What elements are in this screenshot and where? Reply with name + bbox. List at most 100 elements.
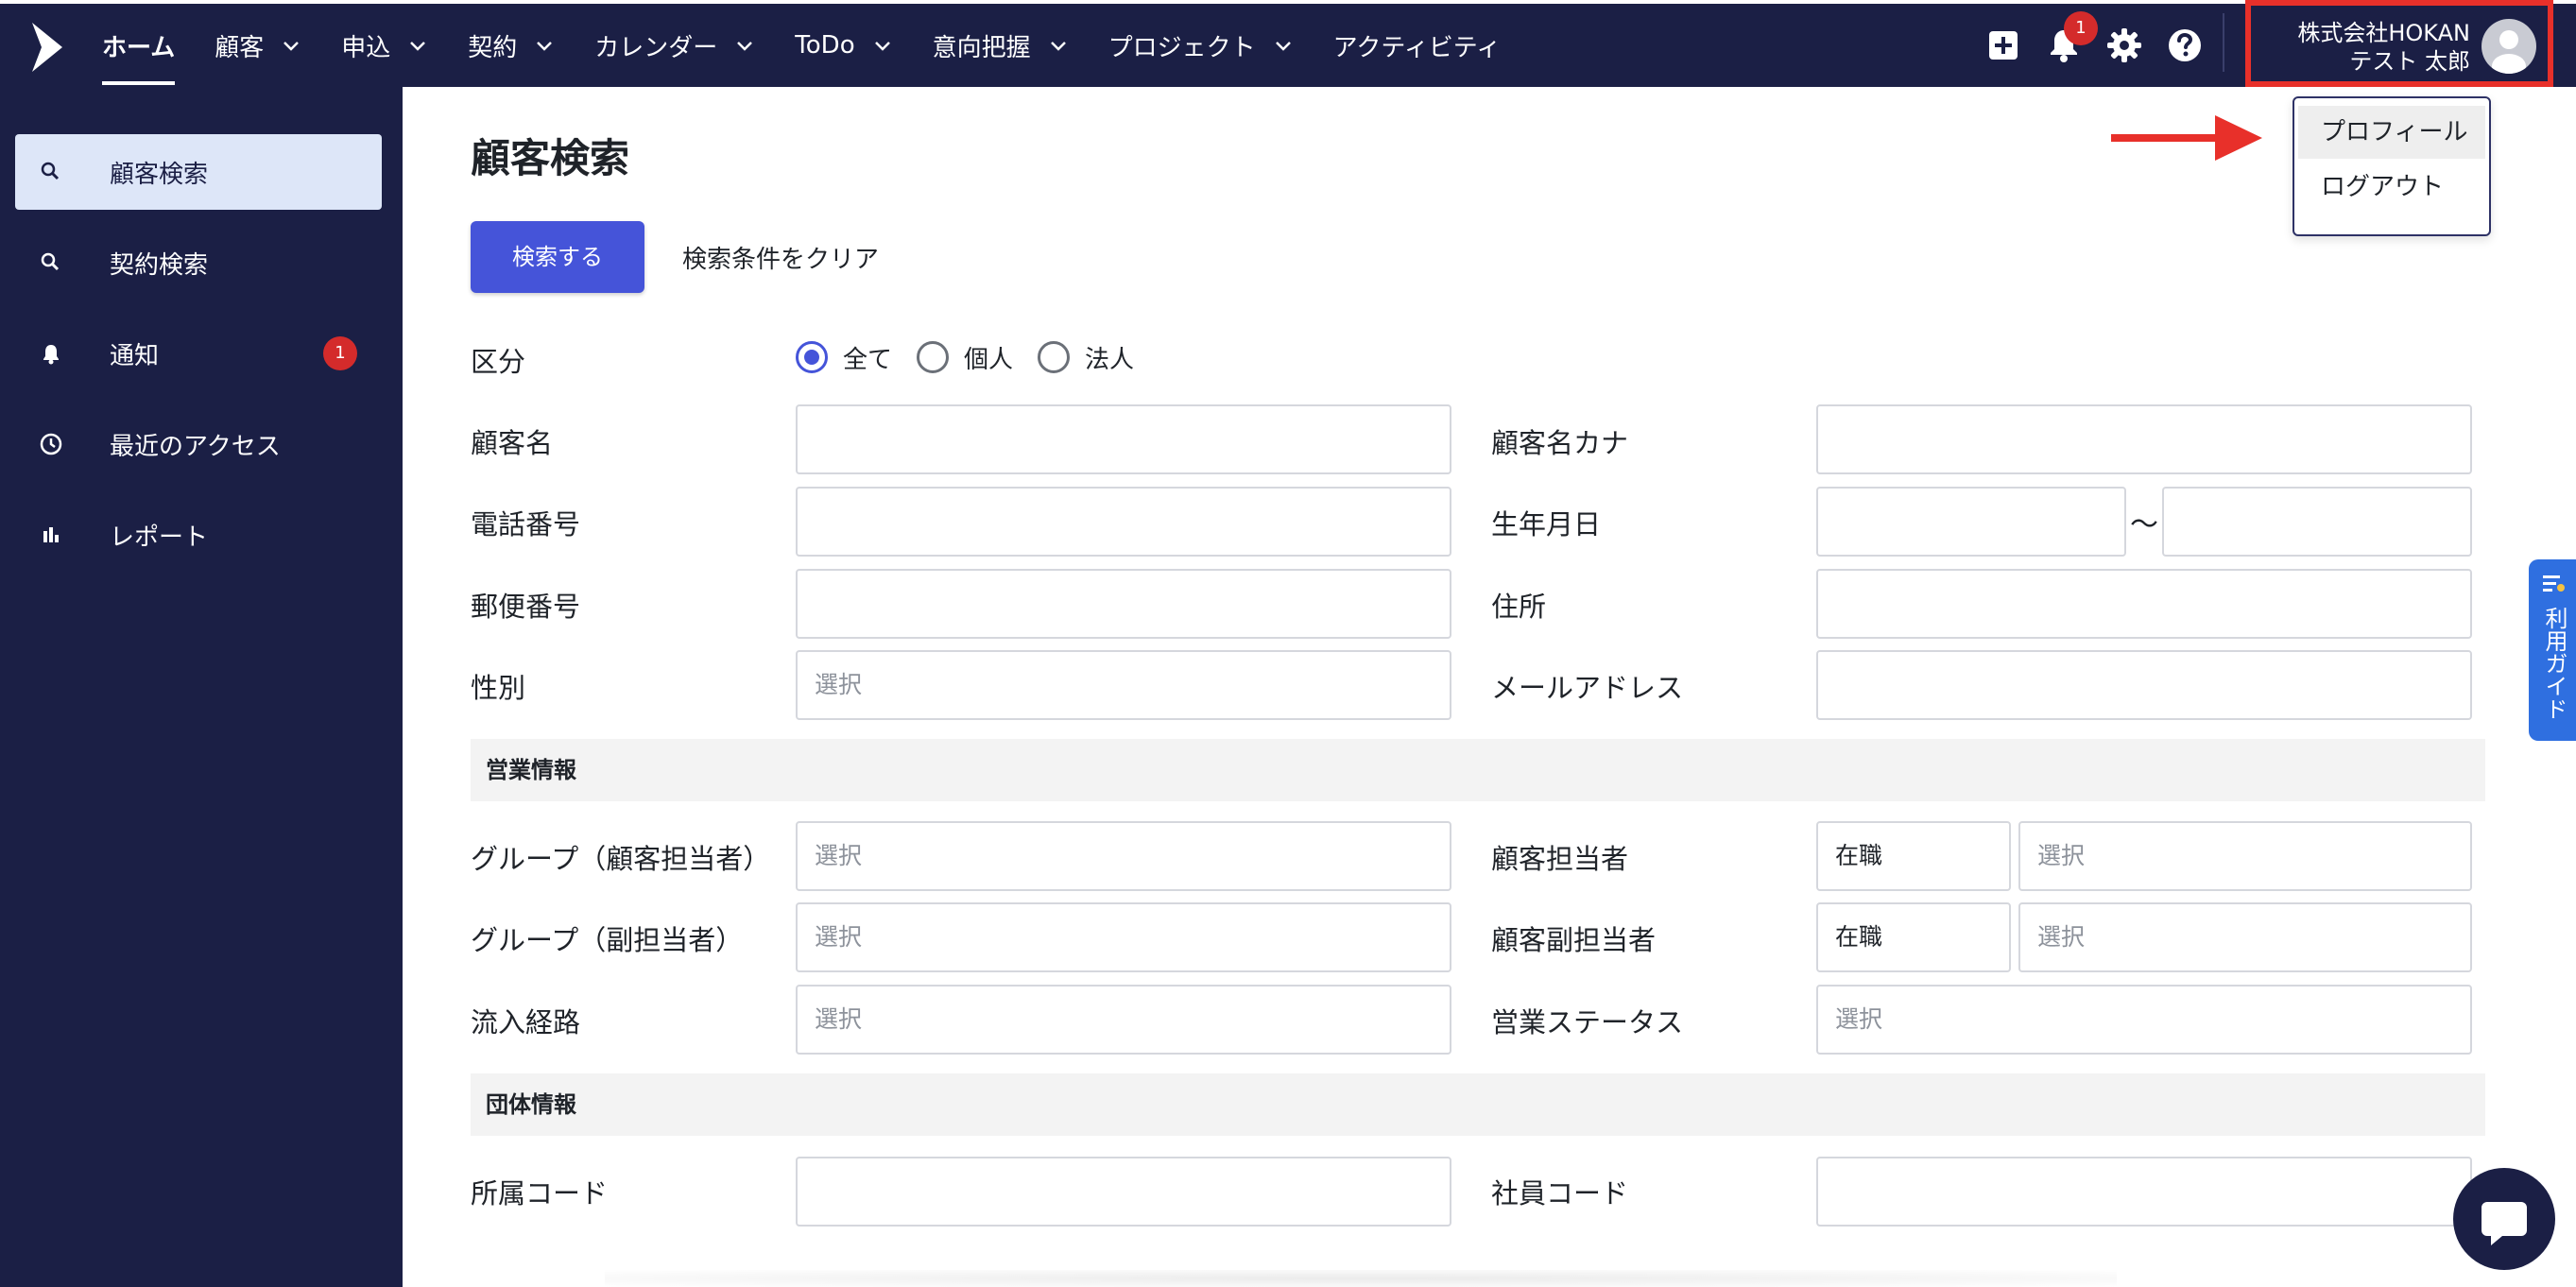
account-user: テスト 太郎: [2349, 48, 2470, 75]
customer-name-label: 顧客名: [471, 427, 554, 459]
group-main-label: グループ（顧客担当者）: [471, 843, 771, 875]
nav-home[interactable]: ホーム: [102, 4, 176, 87]
inflow-label: 流入経路: [471, 1006, 581, 1038]
customer-name-kana-label: 顧客名カナ: [1491, 427, 1629, 459]
birthdate-range-separator: 〜: [2130, 508, 2158, 541]
top-navigation-bar: ホーム 顧客 申込 契約 カレンダー ToDo 意向把握 プロジェクト アクティ…: [0, 4, 2576, 87]
add-icon[interactable]: [1983, 25, 2024, 66]
menu-item-logout[interactable]: ログアウト: [2298, 161, 2485, 214]
group-sub-select[interactable]: 選択: [796, 902, 1451, 972]
section-org-info: 団体情報: [471, 1073, 2485, 1136]
nav-projects[interactable]: プロジェクト: [1108, 4, 1294, 87]
sidebar-item-label: レポート: [110, 523, 209, 552]
staff-sub-label: 顧客副担当者: [1491, 924, 1657, 956]
nav-contracts[interactable]: 契約: [468, 4, 555, 87]
brand-logo[interactable]: [28, 23, 66, 72]
phone-input[interactable]: [796, 487, 1451, 557]
bottom-shadow: [605, 1270, 2117, 1287]
radio-corporation[interactable]: 法人: [1038, 340, 1134, 375]
chevron-down-icon: [874, 42, 890, 51]
notification-button[interactable]: 1: [2043, 11, 2098, 66]
nav-calendar[interactable]: カレンダー: [594, 4, 755, 87]
email-label: メールアドレス: [1491, 672, 1684, 704]
staff-main-select[interactable]: 選択: [2018, 821, 2472, 891]
inflow-select[interactable]: 選択: [796, 985, 1451, 1055]
postal-code-input[interactable]: [796, 569, 1451, 639]
gender-label: 性別: [471, 672, 526, 704]
page-title: 顧客検索: [471, 135, 630, 181]
search-icon: [41, 252, 60, 271]
red-arrow-annotation: [2111, 115, 2262, 161]
birthdate-from-input[interactable]: [1816, 487, 2126, 557]
usage-guide-label: 利用ガイド: [2541, 607, 2567, 720]
gear-icon[interactable]: [2104, 25, 2145, 66]
staff-main-label: 顧客担当者: [1491, 843, 1629, 875]
gender-select[interactable]: 選択: [796, 650, 1451, 720]
search-button[interactable]: 検索する: [471, 221, 644, 293]
nav-activity[interactable]: アクティビティ: [1333, 4, 1502, 87]
notification-badge: 1: [2064, 11, 2098, 45]
profile-dropdown: プロフィール ログアウト: [2293, 96, 2491, 236]
staff-main-employment-select[interactable]: 在職: [1816, 821, 2011, 891]
sidebar-item-label: 最近のアクセス: [110, 432, 281, 461]
birthdate-label: 生年月日: [1491, 508, 1602, 541]
affiliation-code-input[interactable]: [796, 1157, 1451, 1227]
employee-code-input[interactable]: [1816, 1157, 2472, 1227]
staff-sub-employment-select[interactable]: 在職: [1816, 902, 2011, 972]
sidebar-item-label: 顧客検索: [110, 160, 209, 189]
staff-sub-select[interactable]: 選択: [2018, 902, 2472, 972]
nav-todo[interactable]: ToDo: [795, 4, 892, 87]
guide-list-icon: [2543, 575, 2565, 592]
account-menu-button[interactable]: 株式会社HOKAN テスト 太郎: [2245, 0, 2553, 87]
menu-item-profile[interactable]: プロフィール: [2298, 106, 2485, 159]
category-label: 区分: [471, 346, 526, 378]
sidebar-item-recent-access[interactable]: 最近のアクセス: [15, 406, 382, 482]
clock-icon: [40, 433, 62, 455]
radio-individual[interactable]: 個人: [917, 340, 1013, 375]
app-root: ホーム 顧客 申込 契約 カレンダー ToDo 意向把握 プロジェクト アクティ…: [0, 0, 2576, 1287]
bell-icon: [43, 345, 59, 365]
help-icon[interactable]: [2164, 25, 2206, 66]
affiliation-code-label: 所属コード: [471, 1177, 609, 1210]
group-sub-label: グループ（副担当者）: [471, 924, 744, 956]
address-input[interactable]: [1816, 569, 2472, 639]
chat-support-button[interactable]: [2453, 1168, 2555, 1270]
avatar: [2482, 19, 2536, 74]
chevron-down-icon: [410, 42, 426, 51]
user-avatar-icon: [2492, 30, 2526, 74]
chevron-down-icon: [1275, 42, 1291, 51]
nav-applications[interactable]: 申込: [341, 4, 428, 87]
nav-customers[interactable]: 顧客: [215, 4, 301, 87]
chat-icon: [2482, 1202, 2527, 1245]
group-main-select[interactable]: 選択: [796, 821, 1451, 891]
sidebar-item-notifications[interactable]: 通知 1: [15, 316, 382, 391]
section-sales-info: 営業情報: [471, 739, 2485, 801]
email-input[interactable]: [1816, 650, 2472, 720]
sales-status-label: 営業ステータス: [1491, 1006, 1684, 1038]
sidebar-item-contract-search[interactable]: 契約検索: [15, 225, 382, 300]
customer-name-kana-input[interactable]: [1816, 404, 2472, 474]
employee-code-label: 社員コード: [1491, 1177, 1629, 1210]
address-label: 住所: [1491, 591, 1547, 623]
clear-conditions-button[interactable]: 検索条件をクリア: [682, 240, 879, 275]
chevron-down-icon: [283, 42, 300, 51]
radio-unchecked-icon: [917, 341, 950, 373]
chevron-down-icon: [737, 42, 753, 51]
sidebar-item-label: 通知: [110, 341, 160, 370]
search-icon: [41, 162, 60, 180]
sidebar-item-customer-search[interactable]: 顧客検索: [15, 134, 382, 210]
sales-status-select[interactable]: 選択: [1816, 985, 2472, 1055]
topbar-divider: [2223, 13, 2224, 72]
phone-label: 電話番号: [471, 508, 581, 541]
birthdate-to-input[interactable]: [2162, 487, 2472, 557]
usage-guide-tab[interactable]: 利用ガイド: [2529, 559, 2576, 741]
sidebar-item-reports[interactable]: レポート: [15, 497, 382, 573]
account-company: 株式会社HOKAN: [2297, 20, 2470, 46]
category-radio-group: 全て 個人 法人: [796, 338, 1159, 376]
notification-badge: 1: [323, 336, 357, 370]
customer-name-input[interactable]: [796, 404, 1451, 474]
radio-all[interactable]: 全て: [796, 340, 892, 375]
radio-unchecked-icon: [1038, 341, 1071, 373]
nav-intent[interactable]: 意向把握: [933, 4, 1069, 87]
chevron-down-icon: [537, 42, 553, 51]
